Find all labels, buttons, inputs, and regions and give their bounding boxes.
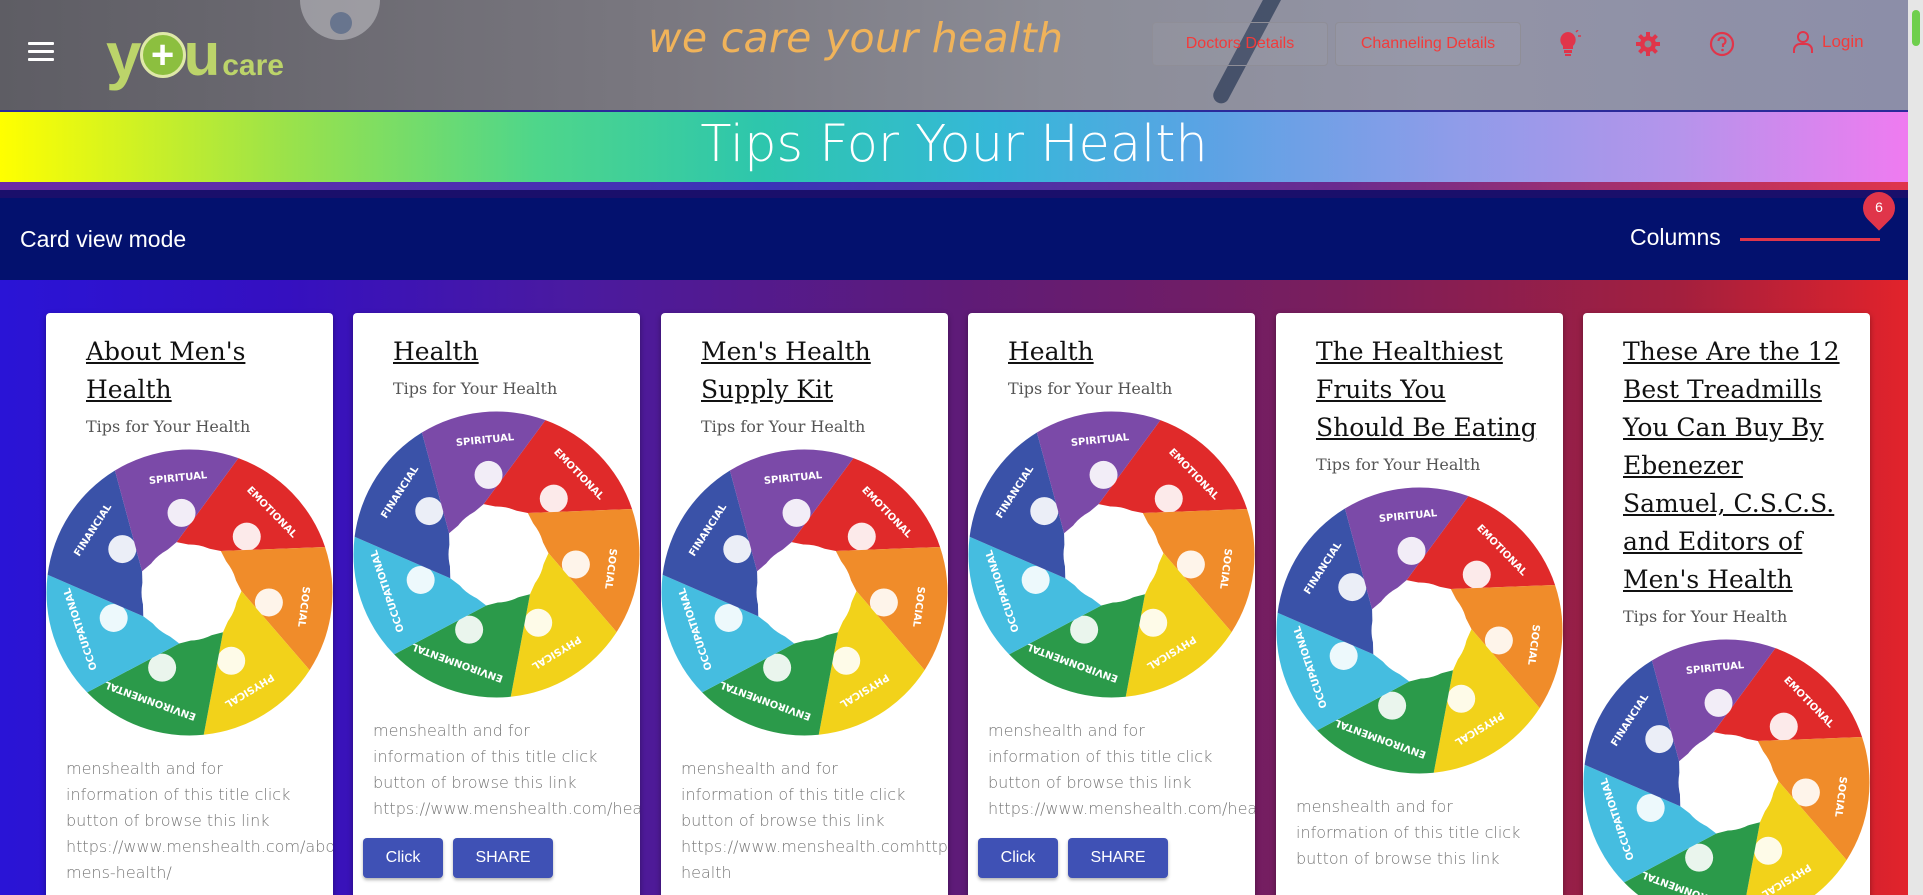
card-description-line: https://www.menshealth.com/health/ (988, 799, 1255, 818)
card-description: menshealth and for information of this ti… (681, 756, 948, 886)
click-button[interactable]: Click (978, 838, 1058, 878)
columns-value: 6 (1875, 199, 1883, 215)
lightbulb-icon[interactable] (1554, 30, 1582, 58)
help-icon[interactable] (1708, 30, 1736, 58)
card-subtitle: Tips for Your Health (393, 379, 558, 398)
logo-plus-icon: + (139, 32, 186, 78)
card-title-link[interactable]: Men's Health Supply Kit (701, 333, 941, 409)
columns-slider[interactable] (1740, 238, 1880, 241)
card-title-line: Ebenezer (1623, 451, 1743, 480)
wellness-wheel-image: EMOTIONALSOCIALPHYSICALENVIRONMENTALOCCU… (46, 449, 333, 736)
card-title-line: and Editors of (1623, 527, 1803, 556)
card-title-link[interactable]: About Men's Health (86, 333, 326, 409)
card-title-line: Supply Kit (701, 375, 834, 404)
card-description-line: information of this title click (1296, 823, 1521, 842)
card-description-line: mens-health/ (66, 863, 172, 882)
card-description-line: information of this title click (988, 747, 1213, 766)
card-description-line: menshealth and for (681, 759, 838, 778)
card-subtitle: Tips for Your Health (1623, 607, 1788, 626)
gear-icon[interactable] (1634, 30, 1662, 58)
card-title-line: About Men's (86, 337, 246, 366)
share-button[interactable]: SHARE (453, 838, 553, 878)
page-banner: Tips For Your Health (0, 110, 1908, 190)
card-subtitle: Tips for Your Health (1008, 379, 1173, 398)
page-scrollbar[interactable] (1908, 0, 1923, 895)
view-mode-label: Card view mode (20, 226, 187, 252)
doctors-details-button[interactable]: Doctors Details (1152, 22, 1328, 66)
logo-letter-u: u (183, 21, 221, 88)
card-description-line: https://www.menshealth.com/health/ (373, 799, 640, 818)
tip-card[interactable]: Health Tips for Your Health EMOTIONAL SOCIA… (968, 313, 1255, 895)
login-button[interactable]: Login (1792, 30, 1864, 54)
card-title-line: The Healthiest (1316, 337, 1503, 366)
card-subtitle: Tips for Your Health (701, 417, 866, 436)
card-description-line: button of browse this link (373, 773, 577, 792)
card-description-line: button of browse this link (1296, 849, 1500, 868)
wellness-wheel-image: EMOTIONALSOCIALPHYSICALENVIRONMENTALOCCU… (1583, 639, 1870, 895)
card-description: menshealth and for information of this ti… (373, 718, 640, 822)
tip-card[interactable]: Men's Health Supply Kit Tips for Your Heal… (661, 313, 948, 895)
logo[interactable]: y + u care (106, 20, 284, 90)
card-description-line: information of this title click (66, 785, 291, 804)
card-title-line: Fruits You (1316, 375, 1446, 404)
card-title-line: Should Be Eating (1316, 413, 1537, 442)
card-subtitle: Tips for Your Health (1316, 455, 1481, 474)
tip-card[interactable]: The Healthiest Fruits You Should Be Eating… (1276, 313, 1563, 895)
tip-card[interactable]: About Men's Health Tips for Your Health EMO… (46, 313, 333, 895)
click-button[interactable]: Click (363, 838, 443, 878)
channeling-details-button[interactable]: Channeling Details (1335, 22, 1521, 66)
card-description-line: health (681, 863, 732, 882)
share-button[interactable]: SHARE (1068, 838, 1168, 878)
card-title-link[interactable]: The Healthiest Fruits You Should Be Eating (1316, 333, 1556, 447)
card-title-line: These Are the 12 (1623, 337, 1840, 366)
card-title-line: Men's Health (1623, 565, 1793, 594)
wellness-wheel-image: EMOTIONALSOCIALPHYSICALENVIRONMENTALOCCU… (968, 411, 1255, 698)
wellness-wheel-image: EMOTIONALSOCIALPHYSICALENVIRONMENTALOCCU… (1276, 487, 1563, 774)
card-title-line: You Can Buy By (1623, 413, 1824, 442)
wellness-wheel-image: EMOTIONALSOCIALPHYSICALENVIRONMENTALOCCU… (353, 411, 640, 698)
menu-icon[interactable] (28, 42, 54, 64)
card-description-line: menshealth and for (1296, 797, 1453, 816)
tagline: we care your health (648, 14, 1064, 62)
tip-card[interactable]: These Are the 12 Best Treadmills You Can B… (1583, 313, 1870, 895)
logo-care: care (222, 49, 284, 82)
view-toolbar: Card view mode Columns (0, 198, 1908, 280)
card-title-line: Health (393, 337, 479, 366)
card-description: menshealth and for information of this ti… (988, 718, 1255, 822)
card-title-link[interactable]: Health (393, 333, 633, 371)
card-title-link[interactable]: Health (1008, 333, 1248, 371)
card-description: menshealth and for information of this ti… (66, 756, 333, 886)
user-icon (1793, 31, 1813, 53)
columns-label: Columns (1630, 224, 1721, 250)
columns-slider-thumb[interactable]: 6 (1856, 185, 1902, 231)
card-description-line: information of this title click (681, 785, 906, 804)
scrollbar-thumb[interactable] (1912, 10, 1920, 46)
card-description-line: button of browse this link (988, 773, 1192, 792)
header-background-dot (330, 12, 352, 34)
card-description-line: information of this title click (373, 747, 598, 766)
card-title-line: Health (1008, 337, 1094, 366)
card-description: menshealth and for information of this ti… (1296, 794, 1563, 872)
app-header: y + u care we care your health Doctors D… (0, 0, 1908, 110)
banner-underline (0, 182, 1908, 190)
card-title-link[interactable]: These Are the 12 Best Treadmills You Can B… (1623, 333, 1863, 599)
card-description-line: menshealth and for (988, 721, 1145, 740)
card-title-line: Health (86, 375, 172, 404)
login-label: Login (1822, 32, 1864, 51)
card-description-line: button of browse this link (681, 811, 885, 830)
tip-card[interactable]: Health Tips for Your Health EMOTIONAL SOCIA… (353, 313, 640, 895)
card-title-line: Men's Health (701, 337, 871, 366)
card-subtitle: Tips for Your Health (86, 417, 251, 436)
card-title-line: Best Treadmills (1623, 375, 1822, 404)
card-description-line: button of browse this link (66, 811, 270, 830)
card-description-line: menshealth and for (66, 759, 223, 778)
page-title: Tips For Your Health (700, 115, 1208, 174)
card-description-line: menshealth and for (373, 721, 530, 740)
card-description-line: https://www.menshealth.com/about- (66, 837, 333, 856)
logo-letter-y: y (106, 19, 142, 91)
card-description-line: https://www.menshealth.comhttps:// (681, 837, 948, 856)
wellness-wheel-image: EMOTIONALSOCIALPHYSICALENVIRONMENTALOCCU… (661, 449, 948, 736)
card-title-line: Samuel, C.S.C.S. (1623, 489, 1835, 518)
